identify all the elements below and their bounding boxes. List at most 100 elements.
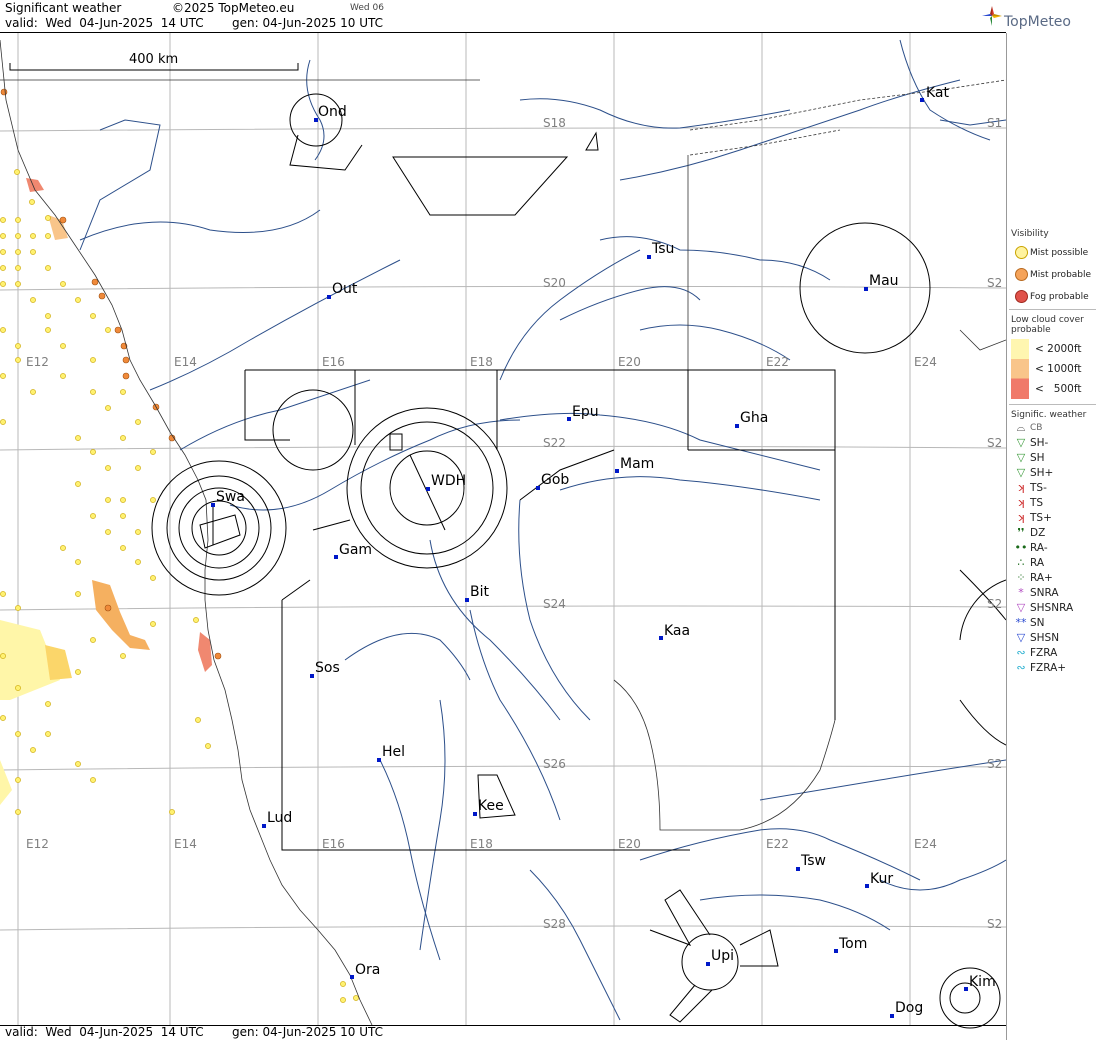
station-marker [834, 949, 838, 953]
fog-probable-icon [1014, 290, 1028, 303]
longitude-label: E14 [174, 837, 197, 851]
thunderstorm-icon: ʞ [1017, 496, 1025, 509]
brand-name: TopMeteo [1004, 14, 1071, 30]
legend-sigwx-item: ** SN [1007, 615, 1097, 630]
station-marker [920, 98, 924, 102]
station-label: Lud [267, 810, 292, 826]
station-marker [262, 824, 266, 828]
legend-sigwx-item: * SNRA [1007, 585, 1097, 600]
legend-sigwx-item: ʞ TS [1007, 495, 1097, 510]
cb-icon: ⌓ [1016, 420, 1026, 434]
station-marker [327, 295, 331, 299]
legend-sigwx-item: ʞ TS+ [1007, 510, 1097, 525]
longitude-label: E20 [618, 355, 641, 369]
legend-mist-possible: Mist possible [1007, 245, 1097, 260]
station-marker [864, 287, 868, 291]
thunderstorm-light-icon: ʞ [1017, 481, 1025, 494]
longitude-label: E12 [26, 837, 49, 851]
legend-sigwx-label: RA- [1030, 541, 1048, 554]
snow-icon: ** [1015, 616, 1027, 629]
shower-light-icon: ▽ [1016, 436, 1026, 449]
station-label: WDH [431, 473, 466, 489]
station-marker [964, 987, 968, 991]
shower-heavy-icon: ▽ [1016, 466, 1026, 479]
footer-valid-time: valid: Wed 04-Jun-2025 14 UTC [5, 1025, 204, 1039]
station-label: Kaa [664, 623, 690, 639]
legend-sigwx-item: ⁘ RA+ [1007, 570, 1097, 585]
station-label: Gha [740, 410, 768, 426]
station-marker [706, 962, 710, 966]
latitude-edge-label: S2 [987, 597, 1002, 611]
latitude-edge-label: S2 [987, 436, 1002, 450]
latitude-edge-label: S1 [987, 116, 1002, 130]
valid-time: valid: Wed 04-Jun-2025 14 UTC [5, 16, 204, 30]
station-label: Gob [541, 472, 569, 488]
snow-rain-icon: * [1018, 586, 1024, 599]
station-label: Tsu [651, 241, 674, 257]
station-label: Kee [478, 798, 504, 814]
shower-icon: ▽ [1016, 451, 1026, 464]
legend-sigwx-label: SHSN [1030, 631, 1060, 644]
latitude-label: S22 [543, 436, 566, 450]
legend-panel: Visibility Mist possible Mist probable F… [1006, 33, 1097, 1040]
station-label: Tsw [800, 853, 826, 869]
legend-sigwx-label: FZRA+ [1030, 661, 1067, 674]
rain-heavy-icon: ⁘ [1016, 571, 1026, 584]
latitude-edge-label: S2 [987, 276, 1002, 290]
legend-fog-probable-label: Fog probable [1030, 291, 1089, 302]
longitude-label: E22 [766, 837, 789, 851]
latitude-label: S20 [543, 276, 566, 290]
station-marker [796, 867, 800, 871]
legend-sigwx-label: FZRA [1030, 646, 1058, 659]
station-marker [567, 417, 571, 421]
drizzle-icon: ❜❜ [1017, 526, 1025, 539]
legend-sigwx-label: DZ [1030, 526, 1046, 539]
legend-sigwx-label: SH [1030, 451, 1045, 464]
longitude-label: E20 [618, 837, 641, 851]
map-title: Significant weather [5, 1, 122, 15]
station-label: Dog [895, 1000, 923, 1016]
station-marker [536, 486, 540, 490]
copyright: ©2025 TopMeteo.eu [172, 1, 295, 15]
station-label: Ond [318, 104, 347, 120]
legend-sigwx-item: ❜❜ DZ [1007, 525, 1097, 540]
station-label: Tom [838, 936, 867, 952]
legend-sigwx-label: CB [1030, 422, 1043, 433]
legend-sigwx-label: SHSNRA [1030, 601, 1074, 614]
station-marker [890, 1014, 894, 1018]
station-label: Kim [969, 974, 996, 990]
legend-sigwx-label: RA [1030, 556, 1045, 569]
legend-sigwx-label: TS [1030, 496, 1044, 509]
longitude-label: E12 [26, 355, 49, 369]
station-label: Upi [711, 948, 734, 964]
station-marker [310, 674, 314, 678]
legend-sigwx-label: SH- [1030, 436, 1049, 449]
station-label: Mam [620, 456, 654, 472]
legend-low-cloud-500: < 500ft [1035, 383, 1082, 395]
station-marker [426, 487, 430, 491]
legend-sigwx-label: SNRA [1030, 586, 1059, 599]
station-label: Out [332, 281, 358, 297]
latitude-label: S28 [543, 917, 566, 931]
legend-fog-probable: Fog probable [1007, 289, 1097, 304]
legend-sigwx-item: •• RA- [1007, 540, 1097, 555]
longitude-label: E14 [174, 355, 197, 369]
longitude-label: E18 [470, 837, 493, 851]
legend-sigwx-item: ⌓ CB [1007, 420, 1097, 435]
mist-probable-icon [1014, 268, 1028, 281]
scale-bar-label: 400 km [129, 52, 179, 67]
legend-sigwx-item: ▽ SH- [1007, 435, 1097, 450]
station-marker [473, 812, 477, 816]
legend-sigwx-item: ▽ SH [1007, 450, 1097, 465]
thunderstorm-heavy-icon: ʞ [1017, 511, 1025, 524]
footer-generated-time: gen: 04-Jun-2025 10 UTC [232, 1025, 384, 1039]
station-label: Sos [315, 660, 340, 676]
legend-sigwx-item: ∾ FZRA+ [1007, 660, 1097, 675]
shower-snow-icon: ▽ [1016, 631, 1026, 644]
legend-sigwx-label: SN [1030, 616, 1045, 629]
latitude-label: S18 [543, 116, 566, 130]
legend-low-cloud-1000: < 1000ft [1035, 363, 1082, 375]
station-marker [647, 255, 651, 259]
freezing-rain-icon: ∾ [1016, 646, 1026, 659]
longitude-label: E24 [914, 355, 937, 369]
